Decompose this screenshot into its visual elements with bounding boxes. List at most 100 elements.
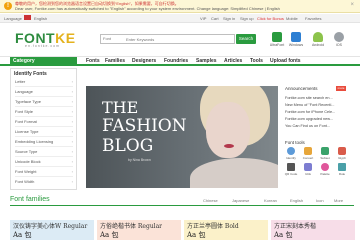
section-divider <box>10 205 354 206</box>
sidebar-item-unicode-block[interactable]: Unicode Block › <box>15 157 73 167</box>
model-shoulder-shape <box>190 158 278 188</box>
font-family-card[interactable]: 方俗绝楷书体 Regular Aa 包 <box>97 220 181 240</box>
palette-icon <box>321 163 329 171</box>
sidebar-item-label: Language <box>15 89 33 94</box>
tab-chinese[interactable]: Chinese <box>203 198 218 203</box>
sidebar-item-font-style[interactable]: Font Style › <box>15 107 73 117</box>
tool-convert[interactable]: Convert <box>300 147 316 160</box>
search-type-select[interactable]: Font <box>103 36 111 41</box>
nav-item-tools[interactable]: Tools <box>250 58 263 64</box>
close-icon[interactable]: × <box>350 2 354 8</box>
tab-more[interactable]: More <box>334 198 343 203</box>
sidebar-item-font-width[interactable]: Font Width › <box>15 177 73 187</box>
chevron-right-icon: › <box>71 159 73 164</box>
nav-item-foundries[interactable]: Foundries <box>164 58 188 64</box>
font-family-card[interactable]: 方正兰亭圆体 Bold Aa 包 <box>184 220 268 240</box>
sign-up-link[interactable]: Sign up <box>240 16 254 21</box>
nav-item-fonts[interactable]: Fonts <box>86 58 100 64</box>
app-label: iOS <box>336 43 342 47</box>
category-menu[interactable]: Category <box>10 57 77 66</box>
sidebar-item-label: Font Format <box>15 119 37 124</box>
chevron-right-icon: › <box>71 129 73 134</box>
nav-item-samples[interactable]: Samples <box>196 58 217 64</box>
font-family-name: 方正宋刻本秀楷 <box>274 223 317 230</box>
nav-item-designers[interactable]: Designers <box>132 58 156 64</box>
tool-rule[interactable]: Rule <box>334 163 350 176</box>
sidebar-item-label: Font Style <box>15 109 34 114</box>
identify-fonts-sidebar: Identify Fonts Letter › Language › Typefac… <box>10 68 77 190</box>
announcement-item[interactable]: Fontke.com for iPhone Cele... <box>285 110 335 114</box>
tab-icon[interactable]: Icon <box>316 198 324 203</box>
announcement-item[interactable]: Fontke.com upgraded new... <box>285 117 333 121</box>
warning-icon: ! <box>4 2 12 10</box>
app-ultrafont[interactable]: UltraFont <box>268 32 286 47</box>
main-nav: Category Fonts Families Designers Foundr… <box>0 56 360 66</box>
chevron-right-icon: › <box>71 89 73 94</box>
top-bar: Language English VIP Cart Sign in Sign u… <box>0 14 360 23</box>
sidebar-item-font-weight[interactable]: Font Weight › <box>15 167 73 177</box>
sidebar-item-letter[interactable]: Letter › <box>15 77 73 87</box>
tab-english[interactable]: English <box>290 198 303 203</box>
sidebar-item-embedding-licensing[interactable]: Embedding Licensing › <box>15 137 73 147</box>
bonus-link[interactable]: Click for Bonus <box>257 16 284 21</box>
tool-subset[interactable]: Subset <box>317 147 333 160</box>
sidebar-item-source-type[interactable]: Source Type › <box>15 147 73 157</box>
font-family-card[interactable]: 方正宋刻本秀楷 Aa 包 <box>271 220 355 240</box>
sidebar-item-language[interactable]: Language › <box>15 87 73 97</box>
font-family-preview: Aa 包 <box>100 231 119 239</box>
nav-item-articles[interactable]: Articles <box>224 58 242 64</box>
tool-label: Subset <box>320 156 330 160</box>
chevron-right-icon: › <box>71 149 73 154</box>
flag-icon <box>24 15 31 20</box>
tool-palette[interactable]: Palette <box>317 163 333 176</box>
chevron-right-icon: › <box>71 169 73 174</box>
announcement-item[interactable]: New Menu of "Font Recentl... <box>285 103 334 107</box>
font-family-card[interactable]: 汉仪铸字美心体W Regular Aa 包 <box>10 220 94 240</box>
sidebar-item-label: License Type <box>15 129 39 134</box>
app-android[interactable]: Android <box>309 32 327 47</box>
chevron-right-icon: › <box>71 139 73 144</box>
windows-icon <box>291 32 301 42</box>
font-family-name: 汉仪铸字美心体W Regular <box>13 223 88 230</box>
utils-icon <box>304 163 312 171</box>
site-header: FONTKE en.fontke.com Font Search UltraFo… <box>0 24 360 54</box>
language-select[interactable]: English <box>34 16 47 21</box>
announcement-item[interactable]: Fontke.com site search en... <box>285 96 333 100</box>
tab-japanese[interactable]: Japanese <box>232 198 249 203</box>
hero-banner[interactable]: THE FASHION BLOG by Nina Brown <box>86 86 278 188</box>
sidebar-item-label: Unicode Block <box>15 159 41 164</box>
model-lips-shape <box>224 144 234 148</box>
sidebar-item-license-type[interactable]: License Type › <box>15 127 73 137</box>
sidebar-item-font-format[interactable]: Font Format › <box>15 117 73 127</box>
tool-utils[interactable]: Utils <box>300 163 316 176</box>
nav-item-upload-fonts[interactable]: Upload fonts <box>270 58 301 64</box>
vip-link[interactable]: VIP <box>200 16 206 21</box>
sidebar-item-label: Font Weight <box>15 169 37 174</box>
tool-glyph[interactable]: Glyph <box>334 147 350 160</box>
tool-label: Identify <box>286 156 296 160</box>
search-button[interactable]: Search <box>236 34 256 44</box>
hero-byline: by Nina Brown <box>128 158 151 162</box>
subset-icon <box>321 147 329 155</box>
tool-qr-code[interactable]: QR Code <box>283 163 299 176</box>
announcement-item[interactable]: You Can Find us on Font... <box>285 124 330 128</box>
sidebar-item-typeface-type[interactable]: Typeface Type › <box>15 97 73 107</box>
search-input[interactable] <box>126 35 232 43</box>
favorites-link[interactable]: Favorites <box>305 16 321 21</box>
sidebar-item-label: Font Width <box>15 179 35 184</box>
mobile-link[interactable]: Mobile <box>286 16 298 21</box>
app-windows[interactable]: Windows <box>287 32 305 47</box>
hero-title-line-1: THE <box>102 98 139 117</box>
app-ios[interactable]: iOS <box>330 32 348 47</box>
cart-link[interactable]: Cart <box>211 16 219 21</box>
more-announcements-badge[interactable]: more <box>336 86 346 91</box>
identify-icon <box>287 147 295 155</box>
nav-item-families[interactable]: Families <box>105 58 125 64</box>
tool-label: Utils <box>305 172 311 176</box>
app-label: Windows <box>288 43 304 47</box>
sidebar-item-label: Source Type <box>15 149 38 154</box>
chevron-right-icon: › <box>71 119 73 124</box>
sign-in-link[interactable]: Sign in <box>223 16 235 21</box>
tab-korean[interactable]: Korean <box>264 198 277 203</box>
tool-identify[interactable]: Identify <box>283 147 299 160</box>
